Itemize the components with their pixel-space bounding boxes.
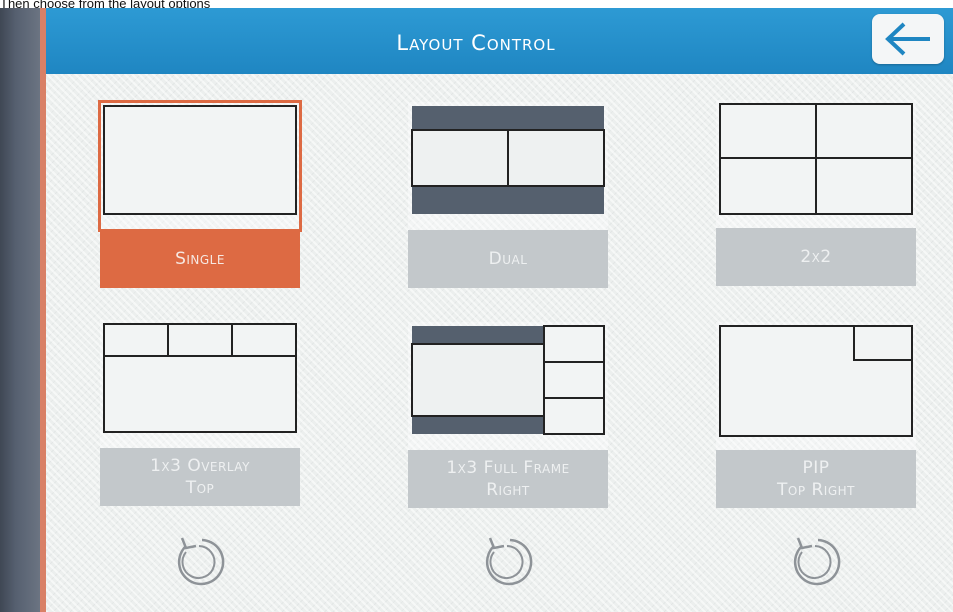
layout-single-button[interactable]: Single	[98, 100, 302, 288]
layout-single-label: Single	[175, 249, 225, 269]
layout-pip-top-right-label-2: Top Right	[777, 480, 855, 500]
layout-pip-top-right-label-1: PIP	[802, 458, 830, 478]
arrow-left-icon	[885, 22, 930, 56]
touch-screen: Layout Control Single Dual 2x2 1x3 Overl…	[40, 8, 953, 612]
title-bar: Layout Control	[46, 8, 953, 74]
layout-1x3-overlay-top-label-1: 1x3 Overlay	[150, 456, 250, 476]
layout-1x3-full-frame-right-label-1: 1x3 Full Frame	[446, 458, 570, 478]
layout-1x3-full-frame-right-preview	[408, 322, 608, 450]
layout-2x2-preview	[716, 100, 916, 228]
rotate-ccw-icon	[793, 537, 841, 586]
layout-single-preview	[98, 100, 302, 232]
layout-1x3-full-frame-right-label-2: Right	[486, 480, 530, 500]
page-title: Layout Control	[396, 31, 556, 55]
rotate-ccw-icon	[177, 537, 225, 586]
device-bezel	[0, 8, 40, 612]
layout-dual-preview	[408, 102, 608, 230]
layout-2x2-button[interactable]: 2x2	[716, 100, 916, 286]
layout-pip-top-right-button[interactable]: PIP Top Right	[716, 322, 916, 508]
layout-dual-button[interactable]: Dual	[408, 102, 608, 288]
layout-1x3-overlay-top-preview	[100, 320, 300, 448]
layout-1x3-overlay-top-label-2: Top	[185, 478, 215, 498]
layout-dual-label: Dual	[488, 249, 528, 269]
back-button[interactable]	[872, 14, 944, 64]
rotate-ccw-icon	[485, 537, 533, 586]
layout-1x3-full-frame-right-button[interactable]: 1x3 Full Frame Right	[408, 322, 608, 508]
rotate-1x3-overlay-top-button[interactable]	[172, 534, 228, 590]
layout-2x2-label: 2x2	[800, 247, 832, 267]
rotate-pip-top-right-button[interactable]	[788, 534, 844, 590]
instruction-caption: Then choose from the layout options	[0, 0, 211, 8]
rotate-1x3-full-frame-right-button[interactable]	[480, 534, 536, 590]
layout-1x3-overlay-top-button[interactable]: 1x3 Overlay Top	[100, 320, 300, 506]
layout-pip-top-right-preview	[716, 322, 916, 450]
